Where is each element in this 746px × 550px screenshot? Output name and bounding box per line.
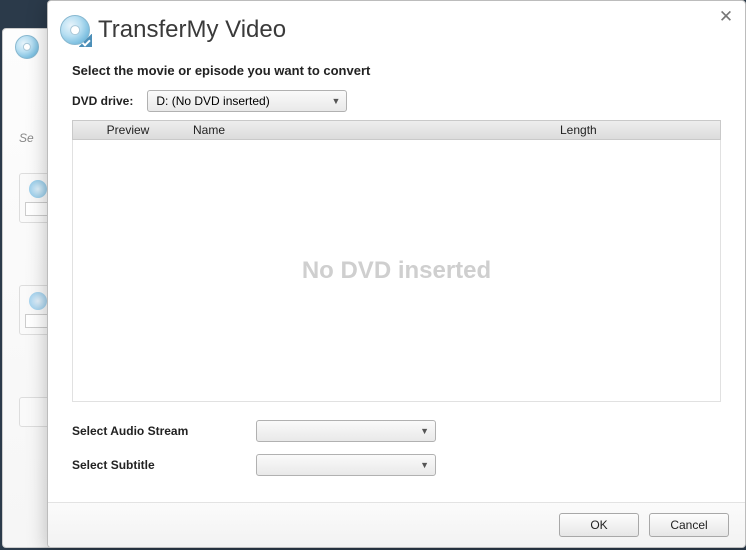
drive-row: DVD drive: D: (No DVD inserted) ▼	[72, 90, 721, 112]
subtitle-select[interactable]: ▼	[256, 454, 436, 476]
audio-stream-label: Select Audio Stream	[72, 424, 232, 438]
col-name[interactable]: Name	[183, 123, 550, 137]
transfer-dialog: TransferMy Video ✕ Select the movie or e…	[47, 0, 746, 548]
close-icon[interactable]: ✕	[715, 7, 737, 29]
content-area: Select the movie or episode you want to …	[48, 59, 745, 502]
col-preview[interactable]: Preview	[73, 123, 183, 137]
audio-stream-select[interactable]: ▼	[256, 420, 436, 442]
dialog-footer: OK Cancel	[48, 502, 745, 547]
dvd-drive-select[interactable]: D: (No DVD inserted) ▼	[147, 90, 347, 112]
chevron-down-icon: ▼	[420, 426, 429, 436]
titlebar: TransferMy Video ✕	[48, 1, 745, 59]
empty-message: No DVD inserted	[302, 257, 491, 285]
stream-selectors: Select Audio Stream ▼ Select Subtitle ▼	[72, 402, 721, 494]
app-logo-icon	[15, 35, 39, 59]
drive-label: DVD drive:	[72, 94, 133, 108]
chevron-down-icon: ▼	[420, 460, 429, 470]
table-header: Preview Name Length	[72, 120, 721, 140]
chevron-down-icon: ▼	[331, 96, 340, 106]
col-length[interactable]: Length	[550, 123, 720, 137]
app-logo-icon	[60, 15, 90, 45]
bg-sel-label: Se	[19, 131, 34, 145]
dvd-drive-value: D: (No DVD inserted)	[156, 94, 269, 108]
app-title: TransferMy Video	[98, 16, 286, 44]
ok-button[interactable]: OK	[559, 513, 639, 537]
table-body: No DVD inserted	[72, 140, 721, 402]
instruction-text: Select the movie or episode you want to …	[72, 63, 721, 78]
subtitle-label: Select Subtitle	[72, 458, 232, 472]
cancel-button[interactable]: Cancel	[649, 513, 729, 537]
